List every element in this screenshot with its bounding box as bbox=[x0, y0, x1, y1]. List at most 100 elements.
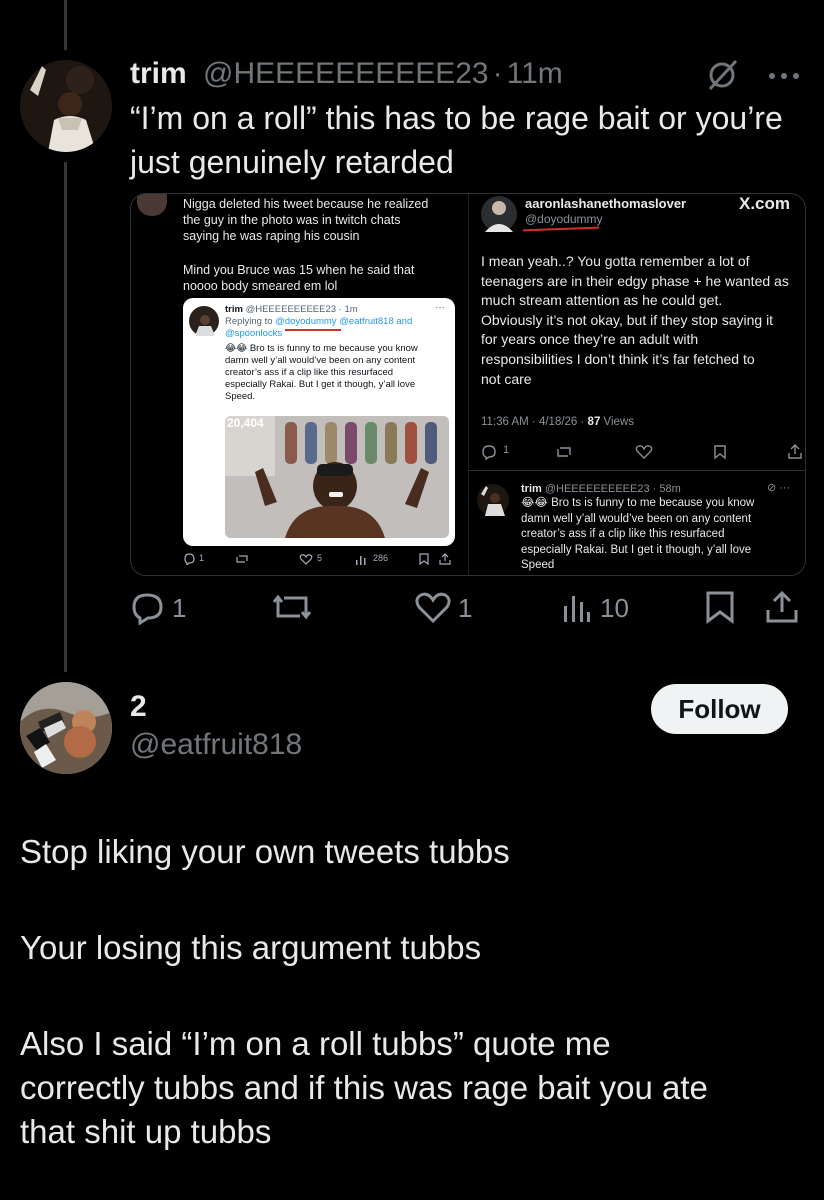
reply-card-text: 😂😂 Bro ts is funny to me because you kno… bbox=[521, 496, 805, 574]
inner-avatar bbox=[189, 306, 219, 336]
retweet-button[interactable] bbox=[272, 590, 312, 626]
reply-icon bbox=[132, 593, 163, 625]
views-button[interactable]: 10 bbox=[562, 590, 629, 626]
previous-tweet-actions bbox=[130, 0, 800, 6]
share-icon bbox=[766, 590, 798, 623]
right-actions: 1 bbox=[481, 442, 803, 460]
user-handle[interactable]: @HEEEEEEEEEE23 bbox=[203, 57, 489, 90]
tweet-text: “I’m on a roll” this has to be rage bait… bbox=[130, 96, 810, 184]
right-text-line: responsibilities I don’t think it’s far … bbox=[481, 350, 755, 367]
right-name: aaronlashanethomaslover bbox=[525, 196, 687, 211]
thread-line-middle bbox=[64, 162, 67, 672]
right-handle: @doyodummy bbox=[525, 212, 603, 226]
reply-button[interactable]: 1 bbox=[130, 590, 186, 626]
inner-handle-time: @HEEEEEEEEEE23 · 1m bbox=[245, 304, 358, 315]
reply-handle[interactable]: @eatfruit818 bbox=[130, 728, 302, 762]
grok-icon[interactable] bbox=[702, 57, 742, 93]
separator-dot: · bbox=[492, 57, 503, 90]
tweet-media-image[interactable]: Nigga deleted his tweet because he reali… bbox=[130, 193, 806, 576]
grok-icon: ⊘ ··· bbox=[767, 482, 791, 494]
reply-card-line: Speed bbox=[521, 559, 555, 571]
like-count: 1 bbox=[458, 592, 473, 623]
more-icon: ··· bbox=[435, 302, 445, 313]
replying-users-2: @spoonlocks bbox=[225, 328, 283, 339]
avatar-image bbox=[20, 682, 112, 774]
reply-user-avatar[interactable] bbox=[20, 682, 112, 774]
stream-photo: 20,404 bbox=[225, 416, 449, 538]
avatar[interactable] bbox=[20, 60, 112, 152]
reply-card-handle-time: @HEEEEEEEEEE23 · 58m bbox=[544, 483, 681, 495]
reply-text: Stop liking your own tweets tubbs Your l… bbox=[20, 830, 810, 1154]
follow-button[interactable]: Follow bbox=[651, 684, 788, 734]
previous-actions-icons bbox=[130, 0, 800, 6]
more-icon[interactable] bbox=[764, 66, 804, 86]
left-text-block: Nigga deleted his tweet because he reali… bbox=[183, 196, 463, 294]
right-reply-count: 1 bbox=[503, 444, 510, 456]
bookmark-icon bbox=[714, 445, 726, 460]
views-icon bbox=[564, 596, 590, 622]
avatar-image bbox=[20, 60, 112, 152]
reply-icon bbox=[482, 445, 496, 460]
reply-card-line: 😂😂 Bro ts is funny to me because you kno… bbox=[521, 497, 755, 509]
left-stats: 1 5 286 bbox=[183, 550, 463, 568]
left-reply-count: 1 bbox=[199, 553, 205, 563]
like-icon bbox=[415, 592, 451, 624]
views-label: Views bbox=[600, 416, 635, 428]
reply-avatar bbox=[477, 484, 509, 516]
brand-label: X.com bbox=[739, 194, 791, 213]
right-text-line: Obviously it’s not okay, but if they sto… bbox=[481, 311, 774, 328]
right-avatar bbox=[481, 196, 517, 232]
reply-text-line: that shit up tubbs bbox=[20, 1113, 272, 1150]
reply-count: 1 bbox=[172, 592, 187, 623]
inner-name: trim bbox=[225, 304, 243, 315]
tweet-time[interactable]: 11m bbox=[507, 57, 563, 90]
reply-icon bbox=[184, 553, 195, 565]
reply-paragraph: Your losing this argument tubbs bbox=[20, 926, 810, 970]
bookmark-icon bbox=[706, 591, 734, 624]
left-avatar bbox=[137, 194, 167, 216]
inner-text-line: especially Rakai. But I get it though, y… bbox=[225, 379, 416, 390]
reply-text-line: Also I said “I’m on a roll tubbs” quote … bbox=[20, 1025, 611, 1062]
share-button[interactable] bbox=[764, 590, 800, 624]
right-divider bbox=[469, 470, 805, 471]
left-text-line: noooo body smeared em lol bbox=[183, 279, 338, 293]
reply-text-line: Stop liking your own tweets tubbs bbox=[20, 833, 510, 870]
bookmark-button[interactable] bbox=[704, 590, 736, 624]
views-count: 87 bbox=[587, 416, 601, 428]
right-tweet-body: I mean yeah..? You gotta remember a lot … bbox=[481, 252, 803, 389]
reply-card-line: damn well y’all would’ve been on any con… bbox=[521, 512, 752, 525]
right-text-line: I mean yeah..? You gotta remember a lot … bbox=[481, 253, 750, 269]
inner-text-line: Speed. bbox=[225, 391, 256, 402]
reply-paragraph: Also I said “I’m on a roll tubbs” quote … bbox=[20, 1022, 810, 1154]
replying-users: @doyodummy @eatfruit818 and bbox=[275, 316, 413, 327]
tweet-actions: 1 1 10 bbox=[130, 590, 804, 630]
like-icon bbox=[635, 445, 653, 459]
screenshot-right: aaronlashanethomaslover @doyodummy X.com… bbox=[468, 194, 805, 575]
left-text-line: saying he was raping his cousin bbox=[183, 229, 360, 243]
inner-text-line: damn well y’all would’ve been on any con… bbox=[225, 355, 416, 366]
reply-card-line: creator’s ass if a clip like this resurf… bbox=[521, 528, 725, 540]
left-text-line: the guy in the photo was in twitch chats bbox=[183, 213, 401, 227]
replying-prefix: Replying to bbox=[225, 316, 276, 327]
tweet-header: trim @HEEEEEEEEEE23 · 11m bbox=[130, 55, 770, 95]
reply-text-line: Your losing this argument tubbs bbox=[20, 929, 482, 966]
tweet-text-line: “I’m on a roll” this has to be rage bait… bbox=[130, 100, 783, 136]
inner-text-line: creator’s ass if a clip like this resurf… bbox=[225, 367, 394, 378]
right-text-line: teenagers are in their edgy phase + he w… bbox=[481, 272, 789, 289]
inner-tweet-text: 😂😂 Bro ts is funny to me because you kno… bbox=[225, 343, 453, 403]
views-icon bbox=[356, 556, 366, 565]
timestamp-text: 11:36 AM · 4/18/26 · bbox=[481, 416, 588, 428]
tweet-text-line: just genuinely retarded bbox=[130, 144, 454, 180]
reply-paragraph: Stop liking your own tweets tubbs bbox=[20, 830, 810, 874]
reply-card-line: especially Rakai. But I get it though, y… bbox=[521, 543, 752, 556]
retweet-icon bbox=[236, 555, 248, 563]
display-name[interactable]: trim bbox=[130, 57, 187, 90]
reply-card-name: trim bbox=[521, 483, 542, 495]
reply-display-name[interactable]: 2 bbox=[130, 690, 147, 724]
inner-tweet-card: trim @HEEEEEEEEEE23 · 1m ··· Replying to… bbox=[183, 298, 455, 546]
red-underline bbox=[285, 329, 341, 331]
like-button[interactable]: 1 bbox=[414, 590, 472, 626]
left-views-count: 286 bbox=[373, 553, 389, 563]
reply-text-line: correctly tubbs and if this was rage bai… bbox=[20, 1069, 708, 1106]
right-text-line: not care bbox=[481, 370, 532, 387]
